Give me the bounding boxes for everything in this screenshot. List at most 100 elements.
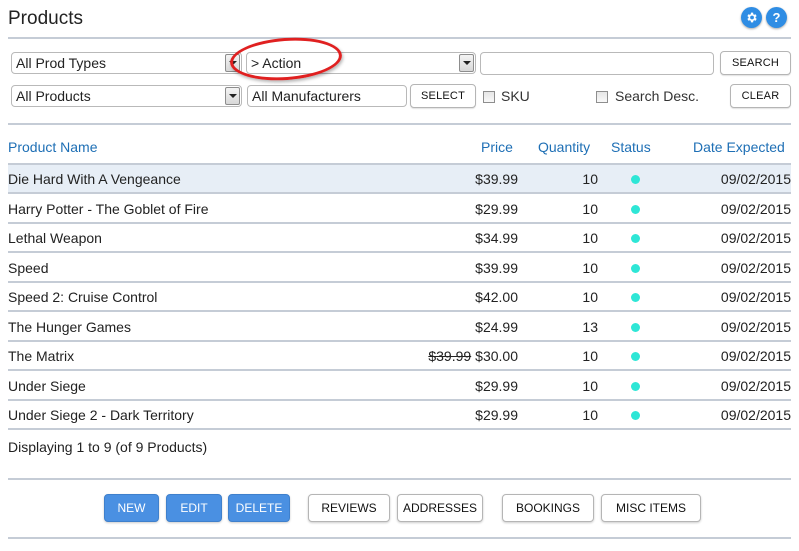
price: $29.99	[475, 407, 518, 423]
quantity: 13	[582, 318, 598, 335]
price: $42.00	[475, 289, 518, 305]
product-name: The Matrix	[8, 348, 75, 364]
date-expected: 09/02/2015	[720, 407, 791, 423]
status-indicator-icon	[631, 204, 640, 214]
select-button[interactable]: SELECT	[410, 84, 476, 108]
product-name: Harry Potter - The Goblet of Fire	[8, 200, 209, 217]
status-indicator-icon	[631, 411, 640, 420]
table-row[interactable]: The Hunger Games $24.99 13 09/02/2015	[8, 313, 791, 342]
price: $30.00	[475, 348, 518, 364]
chevron-down-icon[interactable]	[225, 87, 240, 105]
bookings-button[interactable]: BOOKINGS	[502, 494, 594, 522]
status-indicator-icon	[631, 263, 640, 273]
price-cell: $39.99	[475, 260, 518, 276]
column-header-price[interactable]: Price	[481, 139, 513, 155]
status-indicator-icon	[631, 381, 640, 391]
quantity: 10	[582, 289, 598, 305]
price-cell: $24.99	[475, 319, 518, 335]
table-row[interactable]: The Matrix $39.99 $30.00 10 09/02/2015	[8, 342, 791, 371]
price: $29.99	[475, 377, 518, 394]
table-row[interactable]: Lethal Weapon $34.99 10 09/02/2015	[8, 224, 791, 253]
product-name: Under Siege 2 - Dark Territory	[8, 407, 194, 423]
actions-bottom-divider	[8, 537, 791, 539]
header-divider	[8, 37, 791, 39]
table-row[interactable]: Speed $39.99 10 09/02/2015	[8, 254, 791, 283]
date-expected: 09/02/2015	[720, 259, 791, 276]
manufacturers-field[interactable]: All Manufacturers	[247, 85, 407, 107]
column-header-date-expected[interactable]: Date Expected	[693, 139, 785, 155]
category-select[interactable]: > Action	[246, 52, 476, 74]
product-name: Under Siege	[8, 377, 86, 394]
column-header-product-name[interactable]: Product Name	[8, 139, 97, 155]
price-cell: $29.99	[475, 407, 518, 423]
prod-type-select-value: All Prod Types	[16, 55, 107, 71]
status-indicator-icon	[631, 293, 640, 302]
quantity: 10	[582, 171, 598, 187]
reviews-button[interactable]: REVIEWS	[308, 494, 390, 522]
quantity: 10	[582, 200, 598, 217]
table-row[interactable]: Under Siege $29.99 10 09/02/2015	[8, 372, 791, 401]
original-price: $39.99	[428, 348, 472, 364]
date-expected: 09/02/2015	[720, 289, 791, 305]
table-row[interactable]: Harry Potter - The Goblet of Fire $29.99 1…	[8, 195, 791, 224]
edit-button[interactable]: EDIT	[166, 494, 222, 522]
date-expected: 09/02/2015	[720, 200, 791, 217]
price-cell: $39.99 $30.00	[428, 348, 518, 364]
status-indicator-icon	[631, 175, 640, 184]
misc-items-button[interactable]: MISC ITEMS	[601, 494, 701, 522]
search-desc-checkbox[interactable]	[596, 91, 608, 103]
products-select-value: All Products	[16, 88, 91, 104]
sku-label: SKU	[501, 88, 530, 104]
status-indicator-icon	[631, 322, 640, 332]
search-desc-label: Search Desc.	[615, 88, 700, 104]
product-name: Die Hard With A Vengeance	[8, 171, 181, 187]
date-expected: 09/02/2015	[720, 171, 791, 187]
new-button[interactable]: NEW	[104, 494, 159, 522]
page-title: Products	[8, 8, 83, 29]
sku-checkbox[interactable]	[483, 91, 495, 103]
quantity: 10	[582, 377, 598, 394]
price-cell: $29.99	[475, 201, 518, 217]
search-button[interactable]: SEARCH	[720, 51, 791, 75]
product-name: The Hunger Games	[8, 318, 131, 335]
price-cell: $42.00	[475, 289, 518, 305]
price: $34.99	[475, 230, 518, 246]
quantity: 10	[582, 407, 598, 423]
price: $39.99	[475, 259, 518, 276]
prod-type-select[interactable]: All Prod Types	[11, 52, 242, 74]
pagination-summary: Displaying 1 to 9 (of 9 Products)	[8, 439, 208, 455]
date-expected: 09/02/2015	[720, 377, 791, 394]
date-expected: 09/02/2015	[720, 318, 791, 335]
quantity: 10	[582, 259, 598, 276]
chevron-down-icon[interactable]	[459, 54, 474, 72]
status-indicator-icon	[631, 352, 640, 361]
actions-top-divider	[8, 478, 791, 480]
product-name: Lethal Weapon	[8, 230, 102, 246]
table-row[interactable]: Die Hard With A Vengeance $39.99 10 09/02/2…	[8, 165, 791, 194]
chevron-down-icon[interactable]	[225, 54, 240, 72]
column-header-quantity[interactable]: Quantity	[538, 139, 590, 155]
price: $39.99	[475, 171, 518, 187]
table-row[interactable]: Under Siege 2 - Dark Territory $29.99 10 09…	[8, 401, 791, 430]
delete-button[interactable]: DELETE	[228, 494, 290, 522]
price-cell: $29.99	[475, 378, 518, 394]
question-icon: ?	[772, 10, 781, 25]
settings-button[interactable]	[741, 7, 762, 28]
column-header-status[interactable]: Status	[611, 139, 651, 155]
price-cell: $34.99	[475, 230, 518, 246]
clear-button[interactable]: CLEAR	[730, 84, 791, 108]
products-select[interactable]: All Products	[11, 85, 242, 107]
date-expected: 09/02/2015	[720, 230, 791, 246]
price: $24.99	[475, 318, 518, 335]
gear-icon	[747, 12, 757, 23]
quantity: 10	[582, 230, 598, 246]
product-name: Speed	[8, 259, 49, 276]
addresses-button[interactable]: ADDRESSES	[397, 494, 483, 522]
category-select-value: > Action	[251, 55, 302, 71]
manufacturers-field-value: All Manufacturers	[252, 88, 361, 104]
help-button[interactable]: ?	[766, 7, 787, 28]
status-indicator-icon	[631, 234, 640, 243]
table-row[interactable]: Speed 2: Cruise Control $42.00 10 09/02/201…	[8, 283, 791, 312]
price-cell: $39.99	[475, 171, 518, 187]
search-input[interactable]	[480, 52, 714, 75]
